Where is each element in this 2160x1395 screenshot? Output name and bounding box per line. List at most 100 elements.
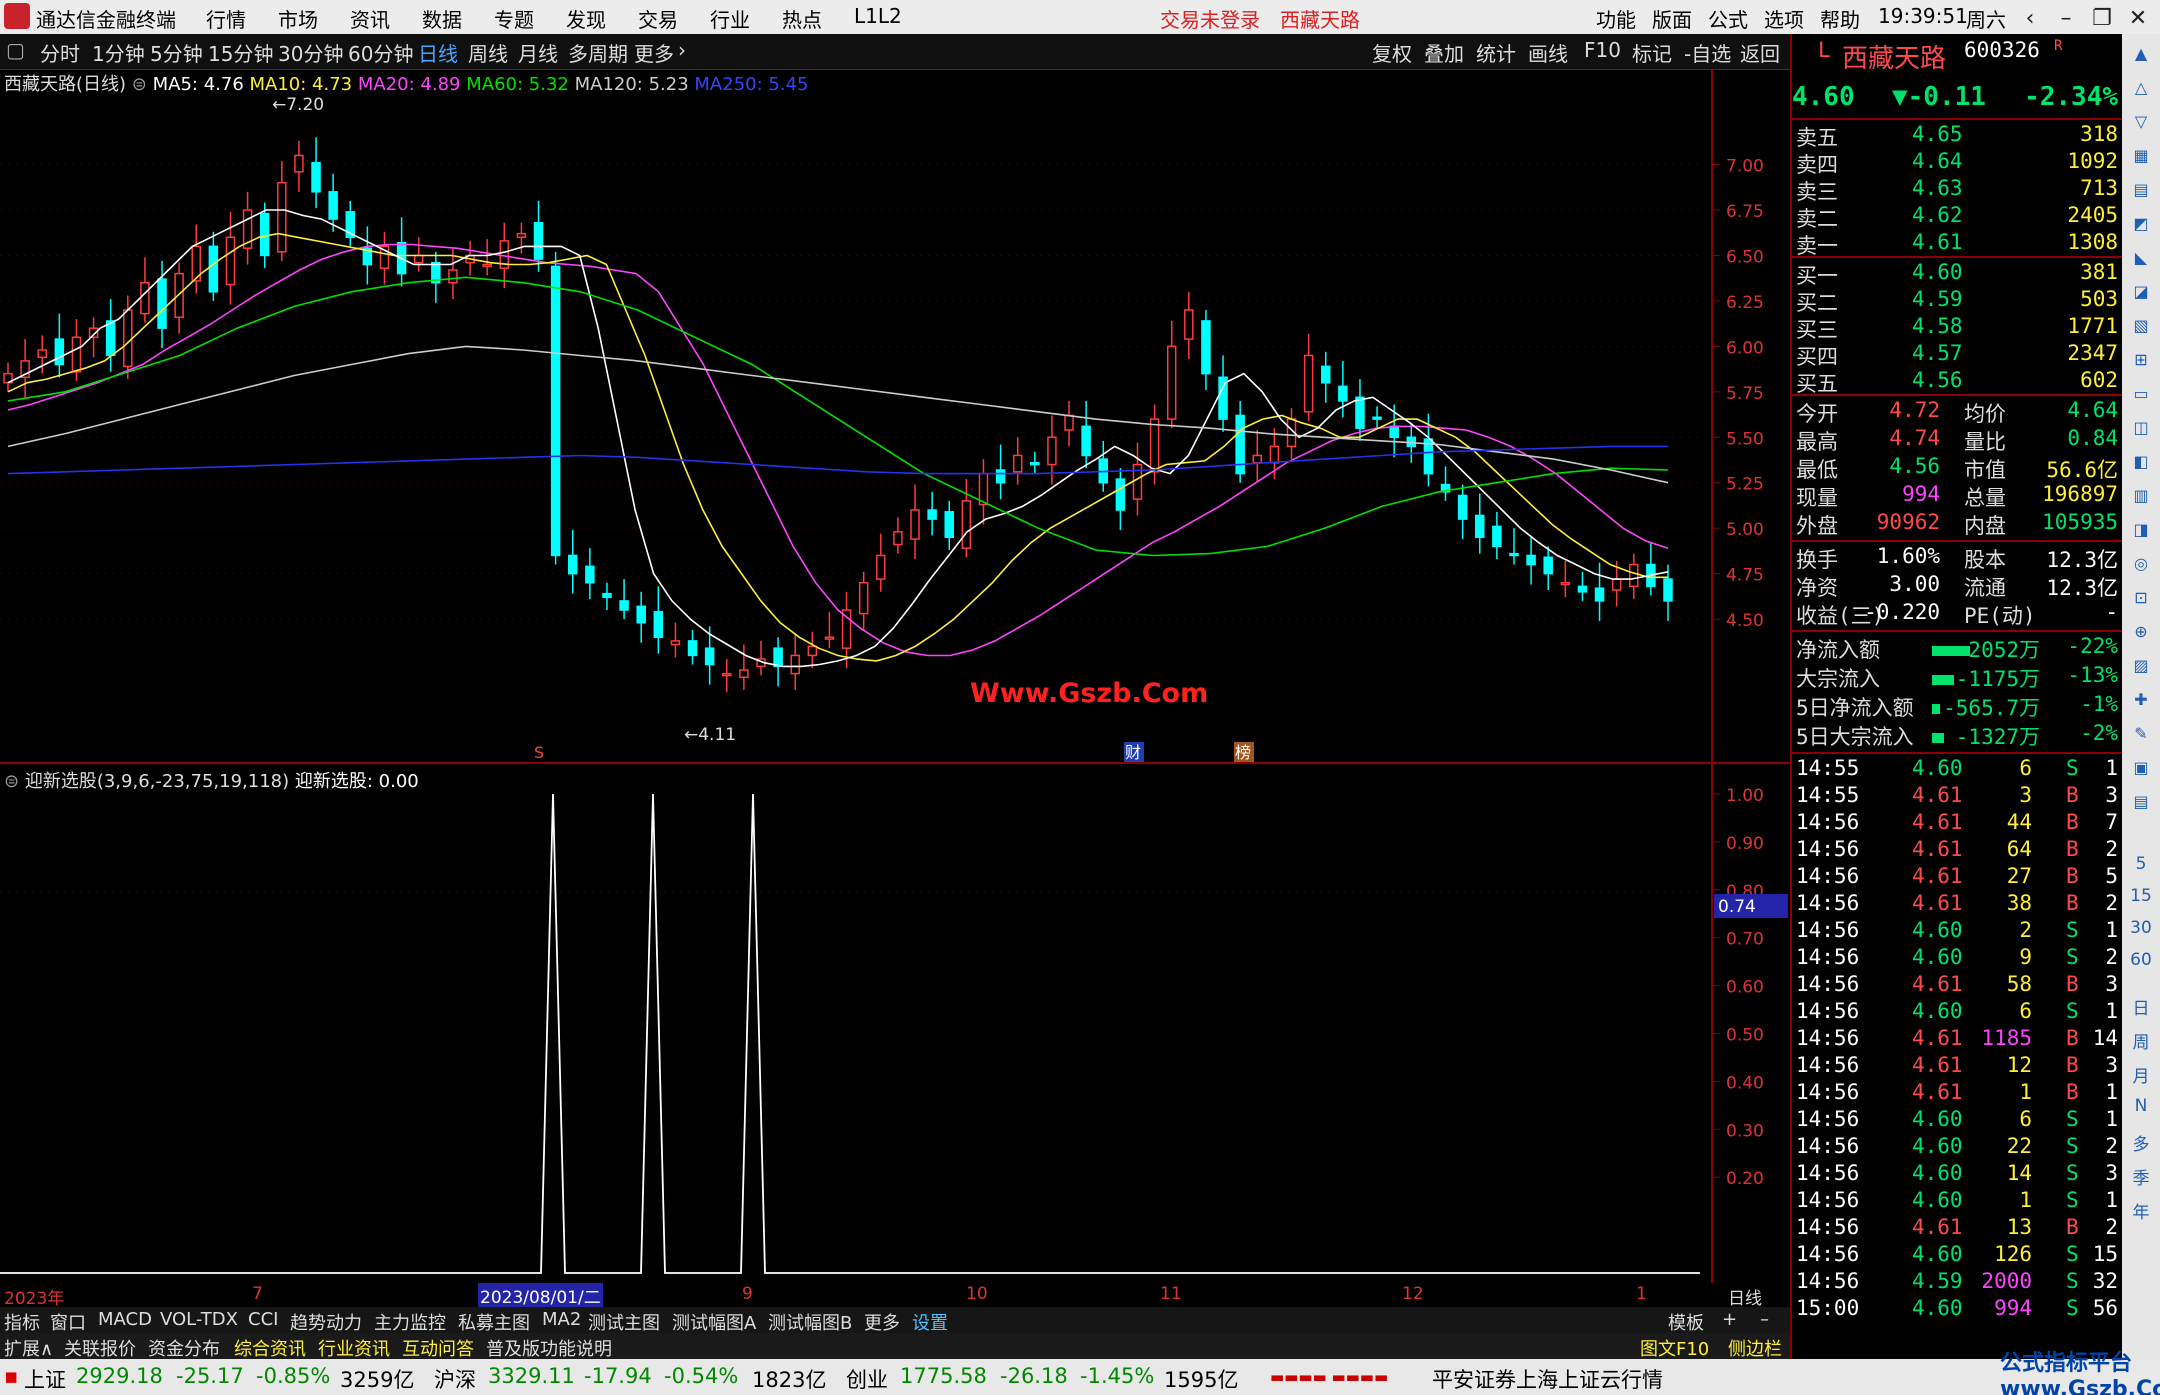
bid-row[interactable]: 买二 4.59 503 xyxy=(1792,287,2122,315)
fs-icon[interactable]: ▣ xyxy=(2129,756,2153,780)
up-arrow-icon[interactable]: ▲ xyxy=(2129,42,2153,66)
stat-row[interactable]: 最高 4.74 量比 0.84 xyxy=(1792,426,2122,454)
period-30min[interactable]: 30分钟 xyxy=(278,38,343,67)
fundamental-row[interactable]: 净资 3.00 流通 12.3亿 xyxy=(1792,572,2122,600)
period-15min[interactable]: 15分钟 xyxy=(208,38,273,67)
menu-item-topics[interactable]: 专题 xyxy=(494,4,534,33)
period-shortcut-5[interactable]: 季 xyxy=(2122,1164,2160,1189)
tick-row[interactable]: 15:00 4.60 994 S 56 xyxy=(1792,1296,2122,1323)
menu-item-market[interactable]: 市场 xyxy=(278,4,318,33)
btn-watchlist[interactable]: -自选 xyxy=(1684,38,1731,67)
tick-row[interactable]: 14:56 4.61 64 B 2 xyxy=(1792,837,2122,864)
page-down-icon[interactable]: ▽ xyxy=(2129,110,2153,134)
period-monthly[interactable]: 月线 xyxy=(518,38,558,67)
window-icon[interactable]: ▭ xyxy=(2129,382,2153,406)
menu-options[interactable]: 选项 xyxy=(1764,4,1804,33)
rsi-icon[interactable]: ▨ xyxy=(2129,654,2153,678)
f2-icon[interactable]: ◨ xyxy=(2129,518,2153,542)
period-shortcut-0[interactable]: 日 xyxy=(2122,994,2160,1019)
kline-chart[interactable]: 7.00 6.75 6.50 6.25 6.00 5.75 5.50 5.25 5.00 4.75… xyxy=(0,70,1790,1283)
stock-header[interactable]: L 西藏天路 600326 R xyxy=(1792,38,2122,74)
tab-more[interactable]: 更多 xyxy=(864,1309,900,1335)
menu-help[interactable]: 帮助 xyxy=(1820,4,1860,33)
tab-window[interactable]: 窗口 xyxy=(50,1309,86,1335)
ask-row[interactable]: 卖三 4.63 713 xyxy=(1792,176,2122,204)
menu-item-data[interactable]: 数据 xyxy=(422,4,462,33)
tick-row[interactable]: 14:56 4.61 38 B 2 xyxy=(1792,891,2122,918)
period-shortcut-6[interactable]: 年 xyxy=(2122,1198,2160,1223)
tick-row[interactable]: 14:56 4.59 2000 S 32 xyxy=(1792,1269,2122,1296)
period-60min[interactable]: 60分钟 xyxy=(348,38,413,67)
tick-row[interactable]: 14:56 4.60 2 S 1 xyxy=(1792,918,2122,945)
period-more[interactable]: 更多 xyxy=(634,38,674,67)
tick-row[interactable]: 14:56 4.61 12 B 3 xyxy=(1792,1053,2122,1080)
split-view-icon[interactable]: ◩ xyxy=(2129,212,2153,236)
menu-item-trade[interactable]: 交易 xyxy=(638,4,678,33)
remove-icon[interactable]: – xyxy=(1760,1309,1769,1330)
indicator-toggle-icon[interactable]: ⊜ xyxy=(4,771,19,792)
add-icon[interactable]: + xyxy=(1722,1309,1737,1330)
candle-icon[interactable]: ◪ xyxy=(2129,280,2153,304)
flow-row[interactable]: 大宗流入 -1175万 -13% xyxy=(1792,663,2122,691)
close-icon[interactable]: ✕ xyxy=(2120,4,2156,34)
draw-icon[interactable]: ✎ xyxy=(2129,722,2153,746)
tick-row[interactable]: 14:55 4.61 3 B 3 xyxy=(1792,783,2122,810)
ask-row[interactable]: 卖二 4.62 2405 xyxy=(1792,203,2122,231)
tick-row[interactable]: 14:56 4.61 58 B 3 xyxy=(1792,972,2122,999)
report-icon[interactable]: ▥ xyxy=(2129,484,2153,508)
login-status[interactable]: 交易未登录 xyxy=(1160,4,1260,33)
flow-row[interactable]: 5日大宗流入 -1327万 -2% xyxy=(1792,721,2122,749)
tick-row[interactable]: 14:56 4.60 1 S 1 xyxy=(1792,1188,2122,1215)
tick-row[interactable]: 14:56 4.60 14 S 3 xyxy=(1792,1161,2122,1188)
tick-row[interactable]: 14:56 4.60 22 S 2 xyxy=(1792,1134,2122,1161)
chevron-right-icon[interactable]: › xyxy=(678,38,686,62)
tick-row[interactable]: 14:55 4.60 6 S 1 xyxy=(1792,756,2122,783)
table-icon[interactable]: ⊞ xyxy=(2129,348,2153,372)
stat-row[interactable]: 最低 4.56 市值 56.6亿 xyxy=(1792,454,2122,482)
period-shortcut-3[interactable]: N xyxy=(2122,1096,2160,1116)
link-fund-distribution[interactable]: 资金分布 xyxy=(148,1335,220,1361)
period-1min[interactable]: 1分钟 xyxy=(92,38,145,67)
layout-icon[interactable]: ▧ xyxy=(2129,314,2153,338)
index-hs-name[interactable]: 沪深 xyxy=(434,1364,476,1394)
tab-test-main[interactable]: 测试主图 xyxy=(588,1309,660,1335)
move-icon[interactable]: ✚ xyxy=(2129,688,2153,712)
period-intraday[interactable]: 分时 xyxy=(40,38,80,67)
tick-row[interactable]: 14:56 4.61 13 B 2 xyxy=(1792,1215,2122,1242)
bid-row[interactable]: 买五 4.56 602 xyxy=(1792,368,2122,396)
tick-row[interactable]: 14:56 4.61 1185 B 14 xyxy=(1792,1026,2122,1053)
legend-toggle-icon[interactable]: ⊜ xyxy=(132,74,147,95)
period-shortcut-5[interactable]: 5 xyxy=(2122,854,2160,874)
menu-item-hot[interactable]: 热点 xyxy=(782,4,822,33)
btn-mark[interactable]: 标记 xyxy=(1632,38,1672,67)
list-icon[interactable]: ▤ xyxy=(2129,178,2153,202)
btn-f10[interactable]: F10 xyxy=(1584,38,1621,62)
tab-macd[interactable]: MACD xyxy=(98,1309,152,1330)
ask-row[interactable]: 卖四 4.64 1092 xyxy=(1792,149,2122,177)
tab-main-monitor[interactable]: 主力监控 xyxy=(374,1309,446,1335)
period-shortcut-60[interactable]: 60 xyxy=(2122,950,2160,970)
fundamental-row[interactable]: 换手 1.60% 股本 12.3亿 xyxy=(1792,544,2122,572)
back-icon[interactable]: ‹ xyxy=(2012,4,2048,34)
tab-test-a[interactable]: 测试幅图A xyxy=(672,1309,756,1335)
compare-icon[interactable]: ◧ xyxy=(2129,450,2153,474)
tab-cci[interactable]: CCI xyxy=(248,1309,278,1330)
period-multi[interactable]: 多周期 xyxy=(568,38,628,67)
menu-item-news[interactable]: 资讯 xyxy=(350,4,390,33)
link-general-news[interactable]: 综合资讯 xyxy=(234,1335,306,1361)
tick-row[interactable]: 14:56 4.61 27 B 5 xyxy=(1792,864,2122,891)
bid-row[interactable]: 买四 4.57 2347 xyxy=(1792,341,2122,369)
tab-vol-tdx[interactable]: VOL-TDX xyxy=(160,1309,238,1330)
period-weekly[interactable]: 周线 xyxy=(468,38,508,67)
tab-test-b[interactable]: 测试幅图B xyxy=(768,1309,852,1335)
f3-icon[interactable]: ◎ xyxy=(2129,552,2153,576)
link-qa[interactable]: 互动问答 xyxy=(402,1335,474,1361)
menu-formula[interactable]: 公式 xyxy=(1708,4,1748,33)
ask-row[interactable]: 卖五 4.65 318 xyxy=(1792,122,2122,150)
tick-row[interactable]: 14:56 4.60 126 S 15 xyxy=(1792,1242,2122,1269)
index-cy-name[interactable]: 创业 xyxy=(846,1364,888,1394)
bid-row[interactable]: 买一 4.60 381 xyxy=(1792,260,2122,288)
minimize-icon[interactable]: – xyxy=(2048,4,2084,34)
expand-toggle[interactable]: 扩展∧ xyxy=(4,1335,53,1361)
tab-template[interactable]: 模板 xyxy=(1668,1309,1704,1335)
